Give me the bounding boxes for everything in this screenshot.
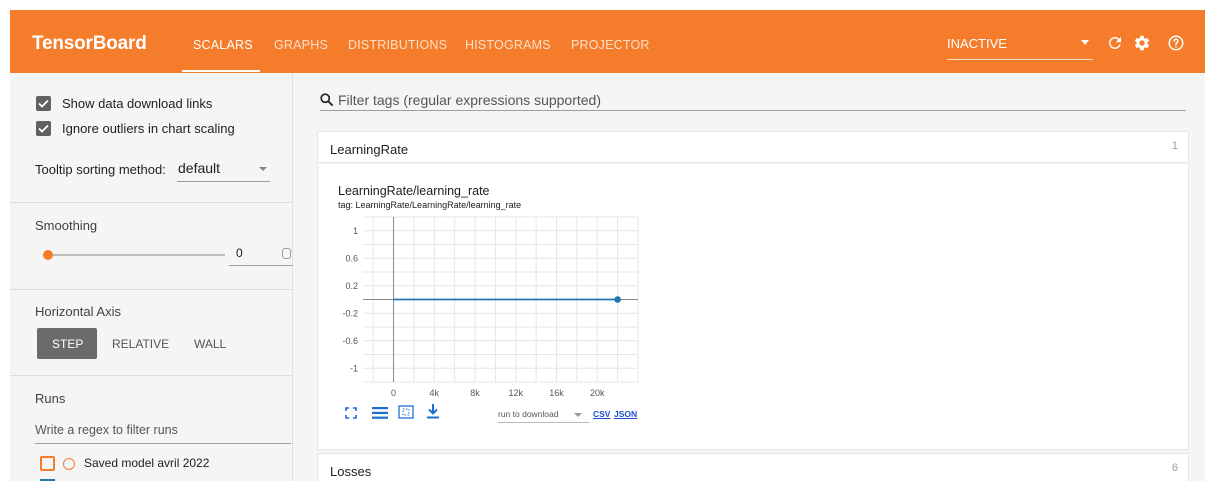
search-underline [320, 110, 1186, 111]
x-tick-label: 12k [509, 388, 524, 398]
y-tick-label: 0.2 [345, 281, 358, 291]
fit-domain-icon[interactable] [398, 405, 414, 424]
smoothing-slider-thumb[interactable] [43, 250, 53, 260]
stepper-icon[interactable] [282, 248, 291, 259]
tooltip-sorting-label: Tooltip sorting method: [35, 162, 166, 177]
active-tab-indicator [182, 70, 260, 72]
x-tick-label: 4k [430, 388, 440, 398]
tab-scalars[interactable]: SCALARS [193, 38, 253, 52]
input-underline [229, 265, 294, 266]
show-download-links-label: Show data download links [62, 96, 213, 111]
run-to-download-select[interactable]: run to download [498, 409, 559, 419]
tooltip-sorting-select[interactable]: default [178, 160, 220, 176]
smoothing-value-input[interactable]: 0 [236, 246, 243, 260]
y-tick-label: -1 [350, 363, 358, 373]
x-tick-label: 8k [470, 388, 480, 398]
chevron-down-icon[interactable] [574, 413, 582, 417]
horizontal-axis-label: Horizontal Axis [35, 304, 121, 319]
chevron-down-icon[interactable] [259, 167, 267, 171]
app-brand: TensorBoard [32, 33, 147, 54]
x-tick-label: 0 [391, 388, 396, 398]
axis-wall-button[interactable]: WALL [194, 337, 226, 351]
top-app-bar: TensorBoard SCALARS GRAPHS DISTRIBUTIONS… [10, 10, 1205, 73]
input-underline [35, 443, 291, 444]
download-icon[interactable] [427, 404, 439, 424]
ignore-outliers-label: Ignore outliers in chart scaling [62, 121, 235, 136]
smoothing-section: Smoothing 0 [10, 203, 294, 290]
refresh-icon[interactable] [1104, 32, 1126, 54]
series-point [614, 296, 621, 303]
data-options-section: Show data download links Ignore outliers… [10, 73, 293, 203]
run-color-icon [63, 458, 75, 470]
horizontal-axis-section: Horizontal Axis STEP RELATIVE WALL [10, 290, 293, 376]
x-tick-label: 16k [549, 388, 564, 398]
inactive-plugins-select[interactable]: INACTIVE [947, 36, 1007, 51]
category-count: 6 [1171, 462, 1178, 474]
runs-label: Runs [35, 391, 66, 406]
log-scale-icon[interactable] [372, 406, 388, 424]
select-underline [177, 181, 270, 182]
category-count: 1 [1171, 140, 1178, 152]
runs-section: Runs Write a regex to filter runs Saved … [10, 376, 293, 481]
show-download-links-checkbox[interactable] [36, 96, 51, 111]
tab-projector[interactable]: PROJECTOR [571, 38, 650, 52]
chevron-down-icon[interactable] [1081, 40, 1089, 45]
y-tick-label: -0.2 [342, 308, 358, 318]
help-icon[interactable] [1165, 32, 1187, 54]
ignore-outliers-checkbox[interactable] [36, 121, 51, 136]
settings-gear-icon[interactable] [1131, 32, 1153, 54]
scalar-chart-card: LearningRate/learning_rate tag: Learning… [317, 164, 1189, 450]
axis-relative-button[interactable]: RELATIVE [112, 337, 169, 351]
tab-histograms[interactable]: HISTOGRAMS [465, 38, 551, 52]
category-header-learningrate[interactable]: LearningRate 1 [317, 131, 1189, 163]
category-title: Losses [330, 464, 372, 479]
select-underline [498, 422, 590, 423]
x-tick-label: 20k [590, 388, 605, 398]
smoothing-slider-track[interactable] [47, 254, 225, 256]
tab-distributions[interactable]: DISTRIBUTIONS [348, 38, 447, 52]
run-checkbox[interactable] [40, 456, 55, 471]
tab-graphs[interactable]: GRAPHS [274, 38, 328, 52]
y-tick-label: 0.6 [345, 253, 358, 263]
search-icon [319, 92, 334, 112]
axis-step-button[interactable]: STEP [52, 337, 83, 351]
y-tick-label: -0.6 [342, 336, 358, 346]
runs-filter-input[interactable]: Write a regex to filter runs [35, 423, 178, 437]
line-chart[interactable]: 1 0.6 0.2 -0.2 -0.6 -1 0 4k 8k 12k 16k 20k [318, 164, 658, 414]
category-header-losses[interactable]: Losses 6 [317, 453, 1189, 481]
sidebar: Show data download links Ignore outliers… [10, 73, 294, 481]
main-content: Filter tags (regular expressions support… [293, 73, 1205, 481]
tag-filter-input[interactable]: Filter tags (regular expressions support… [338, 92, 601, 108]
y-tick-label: 1 [353, 226, 358, 236]
smoothing-label: Smoothing [35, 218, 98, 233]
csv-download-link[interactable]: CSV [593, 409, 610, 419]
fullscreen-icon[interactable] [345, 406, 357, 424]
run-label: Saved model avril 2022 [84, 456, 210, 470]
select-underline [947, 59, 1093, 60]
json-download-link[interactable]: JSON [614, 409, 637, 419]
category-title: LearningRate [330, 142, 409, 157]
